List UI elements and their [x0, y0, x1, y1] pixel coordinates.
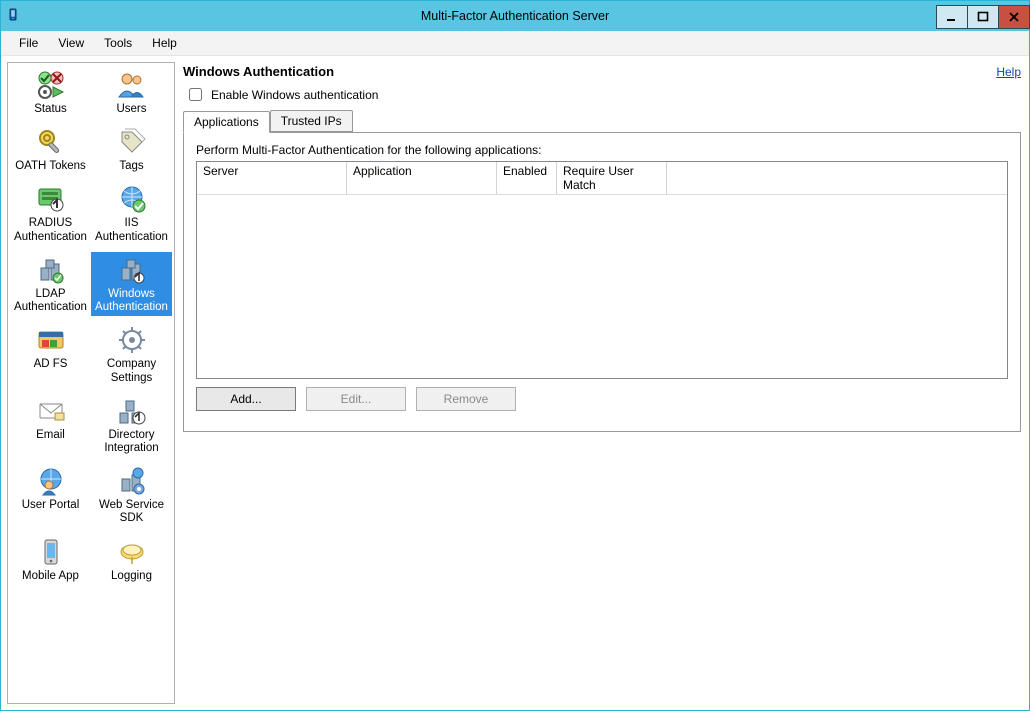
sidebar-item-label: Mobile App: [22, 570, 79, 583]
tags-icon: [116, 126, 148, 158]
applications-grid[interactable]: Server Application Enabled Require User …: [196, 161, 1008, 379]
enable-label: Enable Windows authentication: [211, 88, 378, 102]
sidebar-item-label: Users: [116, 103, 146, 116]
instruction-text: Perform Multi-Factor Authentication for …: [196, 143, 1008, 157]
remove-button: Remove: [416, 387, 516, 411]
status-icon: [35, 69, 67, 101]
windows-auth-icon: [116, 254, 148, 286]
close-icon: [1008, 11, 1020, 23]
menu-view[interactable]: View: [48, 33, 94, 53]
menu-help[interactable]: Help: [142, 33, 187, 53]
web-service-sdk-icon: [116, 465, 148, 497]
sidebar-item-web-service-sdk[interactable]: Web Service SDK: [91, 463, 172, 527]
enable-checkbox[interactable]: [189, 88, 202, 101]
tab-page-applications: Perform Multi-Factor Authentication for …: [183, 133, 1021, 432]
sidebar-item-windows-authentication[interactable]: Windows Authentication: [91, 252, 172, 316]
user-portal-icon: [35, 465, 67, 497]
users-icon: [116, 69, 148, 101]
button-row: Add... Edit... Remove: [196, 387, 1008, 411]
sidebar-item-iis-authentication[interactable]: IIS Authentication: [91, 181, 172, 245]
logging-icon: [116, 536, 148, 568]
minimize-button[interactable]: [936, 5, 968, 29]
col-enabled[interactable]: Enabled: [497, 162, 557, 194]
add-button[interactable]: Add...: [196, 387, 296, 411]
maximize-icon: [977, 11, 989, 23]
sidebar-item-label: Web Service SDK: [99, 499, 164, 525]
sidebar-item-label: AD FS: [34, 358, 68, 371]
sidebar-item-directory-integration[interactable]: Directory Integration: [91, 393, 172, 457]
tab-applications[interactable]: Applications: [183, 111, 270, 133]
grid-header: Server Application Enabled Require User …: [197, 162, 1007, 195]
sidebar-item-label: Logging: [111, 570, 152, 583]
sidebar-item-status[interactable]: Status: [10, 67, 91, 118]
mobile-app-icon: [35, 536, 67, 568]
sidebar-item-radius-authentication[interactable]: RADIUS Authentication: [10, 181, 91, 245]
panel-header: Windows Authentication Help: [183, 64, 1021, 79]
sidebar-item-label: LDAP Authentication: [14, 288, 87, 314]
col-application[interactable]: Application: [347, 162, 497, 194]
content-area: Status Users OATH Tokens Tags RADIUS Authent…: [1, 56, 1029, 710]
sidebar-item-user-portal[interactable]: User Portal: [10, 463, 91, 527]
sidebar-item-label: RADIUS Authentication: [14, 217, 87, 243]
panel-title: Windows Authentication: [183, 64, 334, 79]
sidebar-item-tags[interactable]: Tags: [91, 124, 172, 175]
sidebar-item-label: Directory Integration: [104, 429, 158, 455]
menu-tools[interactable]: Tools: [94, 33, 142, 53]
tab-strip: Applications Trusted IPs: [183, 110, 1021, 133]
sidebar-item-users[interactable]: Users: [91, 67, 172, 118]
sidebar-item-company-settings[interactable]: Company Settings: [91, 322, 172, 386]
ldap-icon: [35, 254, 67, 286]
sidebar-item-label: Status: [34, 103, 67, 116]
sidebar-item-oath-tokens[interactable]: OATH Tokens: [10, 124, 91, 175]
enable-row: Enable Windows authentication: [185, 85, 1021, 104]
adfs-icon: [35, 324, 67, 356]
sidebar-item-label: User Portal: [22, 499, 80, 512]
grid-body: [197, 195, 1007, 378]
app-icon: [1, 1, 29, 31]
app-window: Multi-Factor Authentication Server File …: [0, 0, 1030, 711]
help-link[interactable]: Help: [996, 65, 1021, 79]
sidebar-item-label: Tags: [119, 160, 143, 173]
sidebar-item-email[interactable]: Email: [10, 393, 91, 457]
edit-button: Edit...: [306, 387, 406, 411]
email-icon: [35, 395, 67, 427]
sidebar-item-ldap-authentication[interactable]: LDAP Authentication: [10, 252, 91, 316]
sidebar-item-mobile-app[interactable]: Mobile App: [10, 534, 91, 585]
sidebar-item-label: Email: [36, 429, 65, 442]
sidebar: Status Users OATH Tokens Tags RADIUS Authent…: [7, 62, 175, 704]
titlebar: Multi-Factor Authentication Server: [1, 1, 1029, 31]
window-title: Multi-Factor Authentication Server: [1, 9, 1029, 23]
col-require-user-match[interactable]: Require User Match: [557, 162, 667, 194]
main-panel: Windows Authentication Help Enable Windo…: [181, 62, 1023, 704]
directory-integration-icon: [116, 395, 148, 427]
sidebar-item-label: Windows Authentication: [95, 288, 168, 314]
radius-icon: [35, 183, 67, 215]
sidebar-item-label: Company Settings: [107, 358, 156, 384]
window-controls: [936, 5, 1029, 27]
iis-icon: [116, 183, 148, 215]
sidebar-item-ad-fs[interactable]: AD FS: [10, 322, 91, 386]
company-settings-icon: [116, 324, 148, 356]
minimize-icon: [946, 11, 958, 23]
oath-tokens-icon: [35, 126, 67, 158]
maximize-button[interactable]: [967, 5, 999, 29]
sidebar-item-label: IIS Authentication: [95, 217, 168, 243]
col-server[interactable]: Server: [197, 162, 347, 194]
sidebar-item-logging[interactable]: Logging: [91, 534, 172, 585]
menubar: File View Tools Help: [1, 31, 1029, 56]
tab-trusted-ips[interactable]: Trusted IPs: [270, 110, 353, 132]
close-button[interactable]: [998, 5, 1030, 29]
menu-file[interactable]: File: [9, 33, 48, 53]
sidebar-item-label: OATH Tokens: [15, 160, 86, 173]
